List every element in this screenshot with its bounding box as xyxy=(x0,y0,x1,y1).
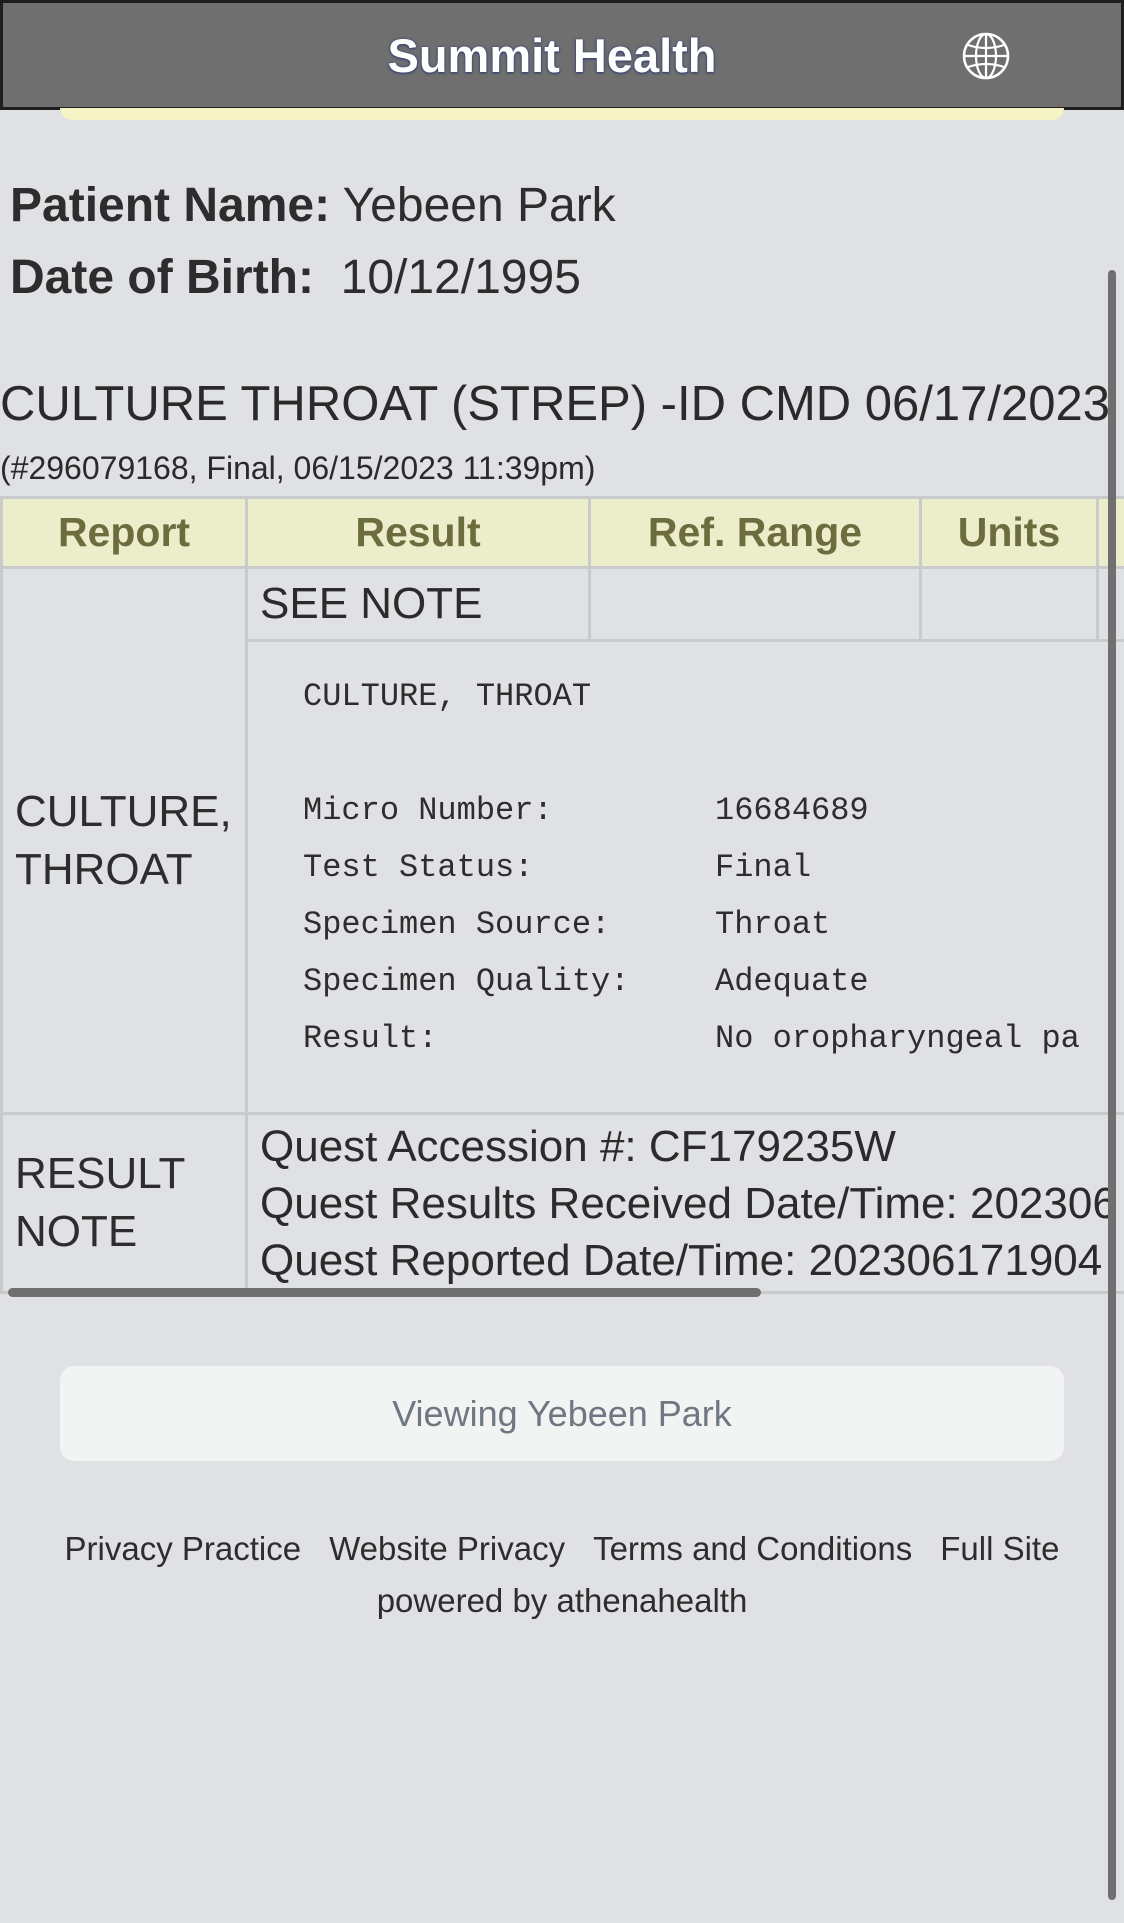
table-row: CULTURE, THROAT SEE NOTE xyxy=(0,566,1124,1115)
detail-value: Adequate xyxy=(715,963,869,1000)
report-cell-culture-throat: CULTURE, THROAT xyxy=(0,566,248,1115)
test-subtitle: (#296079168, Final, 06/15/2023 11:39pm) xyxy=(0,450,596,486)
patient-name-value: Yebeen Park xyxy=(342,179,616,232)
footer-links: Privacy Practice Website Privacy Terms a… xyxy=(0,1530,1124,1568)
app-title: Summit Health xyxy=(387,28,717,82)
detail-row: Specimen Quality: Adequate xyxy=(303,953,1124,1010)
detail-label: Specimen Quality: xyxy=(303,963,630,1000)
table-row: RESULT NOTE Quest Accession #: CF179235W… xyxy=(0,1112,1124,1294)
footer-link-website-privacy[interactable]: Website Privacy xyxy=(329,1530,565,1568)
table-header-row: Report Result Ref. Range Units xyxy=(0,496,1124,569)
patient-name-label: Patient Name: xyxy=(10,179,331,232)
viewing-patient-button[interactable]: Viewing Yebeen Park xyxy=(60,1366,1064,1461)
detail-row: Test Status: Final xyxy=(303,839,1124,896)
detail-label: Specimen Source: xyxy=(303,906,611,943)
detail-row: Specimen Source: Throat xyxy=(303,896,1124,953)
detail-label: Test Status: xyxy=(303,849,534,886)
notice-strip xyxy=(60,108,1064,120)
detail-label: Micro Number: xyxy=(303,792,553,829)
note-line: Quest Accession #: CF179235W xyxy=(260,1121,896,1171)
detail-value: Throat xyxy=(715,906,831,943)
detail-label: Result: xyxy=(303,1020,438,1057)
horizontal-scrollbar[interactable] xyxy=(8,1288,761,1297)
result-note-cell: Quest Accession #: CF179235W Quest Resul… xyxy=(245,1112,1124,1294)
detail-value: Final xyxy=(715,849,812,886)
report-line: THROAT xyxy=(15,844,193,894)
column-header-report: Report xyxy=(0,496,248,569)
note-line: Quest Results Received Date/Time: 202306 xyxy=(260,1178,1117,1228)
vertical-scrollbar[interactable] xyxy=(1108,270,1116,1900)
report-line: NOTE xyxy=(15,1207,138,1256)
detail-value: No oropharyngeal pa xyxy=(715,1020,1080,1057)
report-line: CULTURE, xyxy=(15,786,232,836)
patient-dob-value: 10/12/1995 xyxy=(340,251,581,304)
detail-value: 16684689 xyxy=(715,792,869,829)
patient-name-row: Patient Name: Yebeen Park xyxy=(10,178,616,233)
note-line: Quest Reported Date/Time: 202306171904 xyxy=(260,1235,1103,1285)
culture-detail-text: CULTURE, THROAT Micro Number: 16684689 Test… xyxy=(248,642,1124,1067)
ref-range-cell xyxy=(588,566,922,642)
patient-dob-label: Date of Birth: xyxy=(10,251,314,304)
footer-link-full-site[interactable]: Full Site xyxy=(940,1530,1059,1568)
patient-dob-row: Date of Birth: 10/12/1995 xyxy=(10,250,581,305)
units-cell xyxy=(919,566,1099,642)
results-table-container[interactable]: Report Result Ref. Range Units CULTURE, … xyxy=(0,496,1124,1302)
column-header-units: Units xyxy=(919,496,1099,569)
result-cell: SEE NOTE xyxy=(245,566,591,642)
detail-row: Micro Number: 16684689 xyxy=(303,782,1124,839)
footer-link-terms[interactable]: Terms and Conditions xyxy=(593,1530,912,1568)
detail-row: Result: No oropharyngeal pa xyxy=(303,1010,1124,1067)
detail-heading: CULTURE, THROAT xyxy=(303,678,592,715)
footer-link-privacy-practice[interactable]: Privacy Practice xyxy=(65,1530,302,1568)
culture-detail-cell: CULTURE, THROAT Micro Number: 16684689 Test… xyxy=(245,639,1124,1115)
app-header: Summit Health xyxy=(0,0,1124,110)
report-line: RESULT xyxy=(15,1149,186,1198)
results-table: Report Result Ref. Range Units CULTURE, … xyxy=(0,496,1124,1294)
report-cell-result-note: RESULT NOTE xyxy=(0,1112,248,1294)
powered-by: powered by athenahealth xyxy=(376,1582,748,1619)
column-header-ref-range: Ref. Range xyxy=(588,496,922,569)
test-title: CULTURE THROAT (STREP) -ID CMD 06/17/202… xyxy=(0,377,1111,431)
column-header-result: Result xyxy=(245,496,591,569)
globe-icon[interactable] xyxy=(961,31,1011,81)
